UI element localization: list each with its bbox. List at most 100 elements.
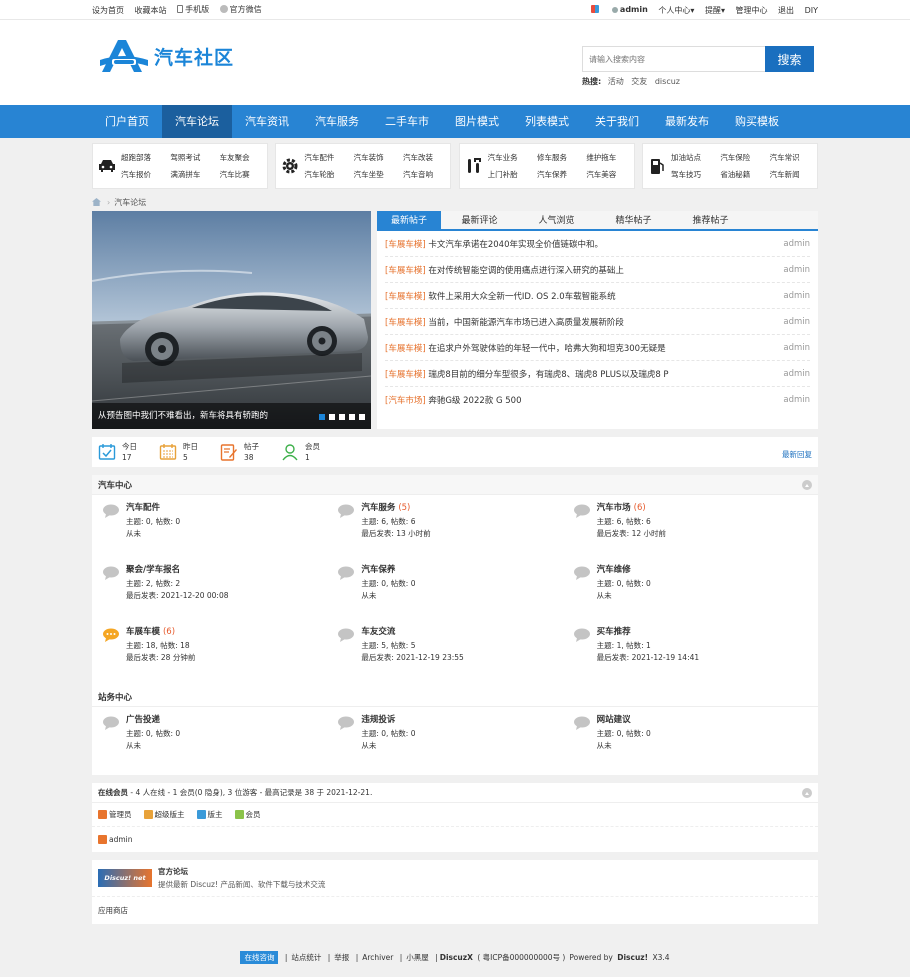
post-title[interactable]: 卡文汽车承诺在2040年实现全价值链碳中和。 bbox=[428, 240, 603, 250]
category-link[interactable]: 维护拖车 bbox=[586, 152, 633, 163]
breadcrumb-current[interactable]: 汽车论坛 bbox=[114, 197, 146, 208]
category-link[interactable]: 满滴拼车 bbox=[170, 169, 217, 180]
site-logo[interactable]: 汽车社区 bbox=[98, 38, 234, 74]
forum-item[interactable]: 聚会/学车报名 主题: 2, 帖数: 2 最后发表: 2021-12-20 00:… bbox=[102, 563, 337, 625]
category-link[interactable]: 修车服务 bbox=[537, 152, 584, 163]
slide-dot[interactable] bbox=[339, 414, 345, 420]
post-author[interactable]: admin bbox=[783, 265, 810, 275]
category-link[interactable]: 汽车保险 bbox=[720, 152, 767, 163]
category-link[interactable]: 省油秘籍 bbox=[720, 169, 767, 180]
post-tag[interactable]: [车展车模] bbox=[385, 370, 426, 380]
forum-name[interactable]: 汽车维修 bbox=[597, 565, 631, 575]
category-link[interactable]: 驾车技巧 bbox=[671, 169, 718, 180]
forum-item[interactable]: 车展车模 (6) 主题: 18, 帖数: 18 最后发表: 28 分钟前 bbox=[102, 625, 337, 687]
forum-item[interactable]: 网站建议 主题: 0, 帖数: 0 从未 bbox=[573, 713, 808, 775]
slide-dot[interactable] bbox=[319, 414, 325, 420]
user-link[interactable]: admin bbox=[611, 5, 648, 14]
post-tag[interactable]: [车展车模] bbox=[385, 240, 426, 250]
footer-brand[interactable]: DiscuzX bbox=[440, 953, 473, 962]
tab-popular[interactable]: 人气浏览 bbox=[518, 211, 595, 229]
nav-portal[interactable]: 门户首页 bbox=[92, 105, 162, 138]
set-homepage-link[interactable]: 设为首页 bbox=[92, 5, 124, 16]
user-center-menu[interactable]: 个人中心 ▾ bbox=[658, 5, 694, 16]
category-link[interactable]: 驾照考试 bbox=[170, 152, 217, 163]
footer-icp[interactable]: ( 粤ICP备000000000号 ) bbox=[477, 953, 565, 962]
nav-picture-mode[interactable]: 图片模式 bbox=[442, 105, 512, 138]
category-link[interactable]: 汽车配件 bbox=[304, 152, 351, 163]
logout-link[interactable]: 退出 bbox=[778, 5, 794, 16]
category-link[interactable]: 上门补胎 bbox=[488, 169, 535, 180]
forum-last-post[interactable]: 最后发表: 2021-12-19 14:41 bbox=[597, 652, 700, 664]
post-item[interactable]: [车展车模] 在对传统智能空调的使用痛点进行深入研究的基础上 admin bbox=[385, 257, 810, 283]
color-icon[interactable] bbox=[591, 4, 601, 13]
forum-name[interactable]: 车友交流 bbox=[361, 627, 395, 637]
forum-last-post[interactable]: 从未 bbox=[361, 740, 415, 752]
online-consult-button[interactable]: 在线咨询 bbox=[240, 951, 279, 964]
forum-name[interactable]: 网站建议 bbox=[597, 715, 631, 725]
forum-name[interactable]: 汽车服务 bbox=[361, 503, 395, 513]
nav-service[interactable]: 汽车服务 bbox=[302, 105, 372, 138]
tab-latest-comments[interactable]: 最新评论 bbox=[441, 211, 518, 229]
admin-center-link[interactable]: 管理中心 bbox=[736, 5, 768, 16]
slide-dot[interactable] bbox=[329, 414, 335, 420]
forum-item[interactable]: 车友交流 主题: 5, 帖数: 5 最后发表: 2021-12-19 23:55 bbox=[337, 625, 572, 687]
post-tag[interactable]: [汽车市场] bbox=[385, 396, 426, 406]
nav-news[interactable]: 汽车资讯 bbox=[232, 105, 302, 138]
slide-dot[interactable] bbox=[359, 414, 365, 420]
post-author[interactable]: admin bbox=[783, 239, 810, 249]
forum-name[interactable]: 汽车配件 bbox=[126, 503, 160, 513]
search-button[interactable]: 搜索 bbox=[765, 46, 814, 72]
notice-menu[interactable]: 提醒 ▾ bbox=[705, 5, 725, 16]
post-item[interactable]: [汽车市场] 奔驰G级 2022款 G 500 admin bbox=[385, 387, 810, 413]
hot-word[interactable]: 交友 bbox=[631, 77, 647, 86]
nav-used-cars[interactable]: 二手车市 bbox=[372, 105, 442, 138]
app-store-link[interactable]: 应用商店 bbox=[92, 897, 818, 924]
footer-archiver-link[interactable]: Archiver bbox=[362, 953, 393, 962]
category-link[interactable]: 汽车保养 bbox=[537, 169, 584, 180]
wechat-link[interactable]: 官方微信 bbox=[219, 4, 262, 15]
category-link[interactable]: 汽车新闻 bbox=[770, 169, 817, 180]
footer-blackroom-link[interactable]: 小黑屋 bbox=[406, 953, 429, 962]
category-link[interactable]: 汽车坐垫 bbox=[354, 169, 401, 180]
slide-dot[interactable] bbox=[349, 414, 355, 420]
nav-forum[interactable]: 汽车论坛 bbox=[162, 105, 232, 138]
forum-name[interactable]: 聚会/学车报名 bbox=[126, 565, 180, 575]
post-tag[interactable]: [车展车模] bbox=[385, 318, 426, 328]
post-title[interactable]: 在对传统智能空调的使用痛点进行深入研究的基础上 bbox=[428, 266, 624, 276]
forum-last-post[interactable]: 从未 bbox=[597, 590, 651, 602]
collapse-icon[interactable] bbox=[802, 787, 812, 798]
discuz-logo[interactable]: Discuz! net bbox=[98, 869, 152, 887]
forum-item[interactable]: 广告投递 主题: 0, 帖数: 0 从未 bbox=[102, 713, 337, 775]
group-title[interactable]: 站务中心 bbox=[98, 691, 132, 703]
category-link[interactable]: 汽车常识 bbox=[770, 152, 817, 163]
forum-name[interactable]: 买车推荐 bbox=[597, 627, 631, 637]
mobile-link[interactable]: 手机版 bbox=[177, 4, 209, 15]
post-tag[interactable]: [车展车模] bbox=[385, 344, 426, 354]
forum-item[interactable]: 汽车维修 主题: 0, 帖数: 0 从未 bbox=[573, 563, 808, 625]
post-title[interactable]: 奔驰G级 2022款 G 500 bbox=[428, 396, 521, 406]
forum-name[interactable]: 汽车市场 bbox=[597, 503, 631, 513]
image-slideshow[interactable]: 从预告图中我们不难看出，新车将具有轿跑的 bbox=[92, 211, 371, 429]
category-link[interactable]: 汽车音响 bbox=[403, 169, 450, 180]
group-title[interactable]: 汽车中心 bbox=[98, 479, 132, 491]
post-item[interactable]: [车展车模] 软件上采用大众全新一代ID. OS 2.0车载智能系统 admin bbox=[385, 283, 810, 309]
forum-item[interactable]: 汽车配件 主题: 0, 帖数: 0 从未 bbox=[102, 501, 337, 563]
forum-name[interactable]: 广告投递 bbox=[126, 715, 160, 725]
forum-name[interactable]: 违规投诉 bbox=[361, 715, 395, 725]
category-link[interactable]: 汽车改装 bbox=[403, 152, 450, 163]
category-link[interactable]: 汽车比赛 bbox=[220, 169, 267, 180]
category-link[interactable]: 加油站点 bbox=[671, 152, 718, 163]
forum-last-post[interactable]: 最后发表: 28 分钟前 bbox=[126, 652, 195, 664]
forum-item[interactable]: 汽车市场 (6) 主题: 6, 帖数: 6 最后发表: 12 小时前 bbox=[573, 501, 808, 563]
category-link[interactable]: 汽车报价 bbox=[121, 169, 168, 180]
post-tag[interactable]: [车展车模] bbox=[385, 292, 426, 302]
post-title[interactable]: 当前，中国新能源汽车市场已进入高质量发展新阶段 bbox=[428, 318, 624, 328]
category-link[interactable]: 汽车美容 bbox=[586, 169, 633, 180]
footer-report-link[interactable]: 举报 bbox=[334, 953, 349, 962]
search-input[interactable] bbox=[582, 46, 765, 72]
post-tag[interactable]: [车展车模] bbox=[385, 266, 426, 276]
nav-list-mode[interactable]: 列表模式 bbox=[512, 105, 582, 138]
forum-item[interactable]: 汽车服务 (5) 主题: 6, 帖数: 6 最后发表: 13 小时前 bbox=[337, 501, 572, 563]
home-icon[interactable] bbox=[92, 198, 101, 206]
forum-item[interactable]: 违规投诉 主题: 0, 帖数: 0 从未 bbox=[337, 713, 572, 775]
